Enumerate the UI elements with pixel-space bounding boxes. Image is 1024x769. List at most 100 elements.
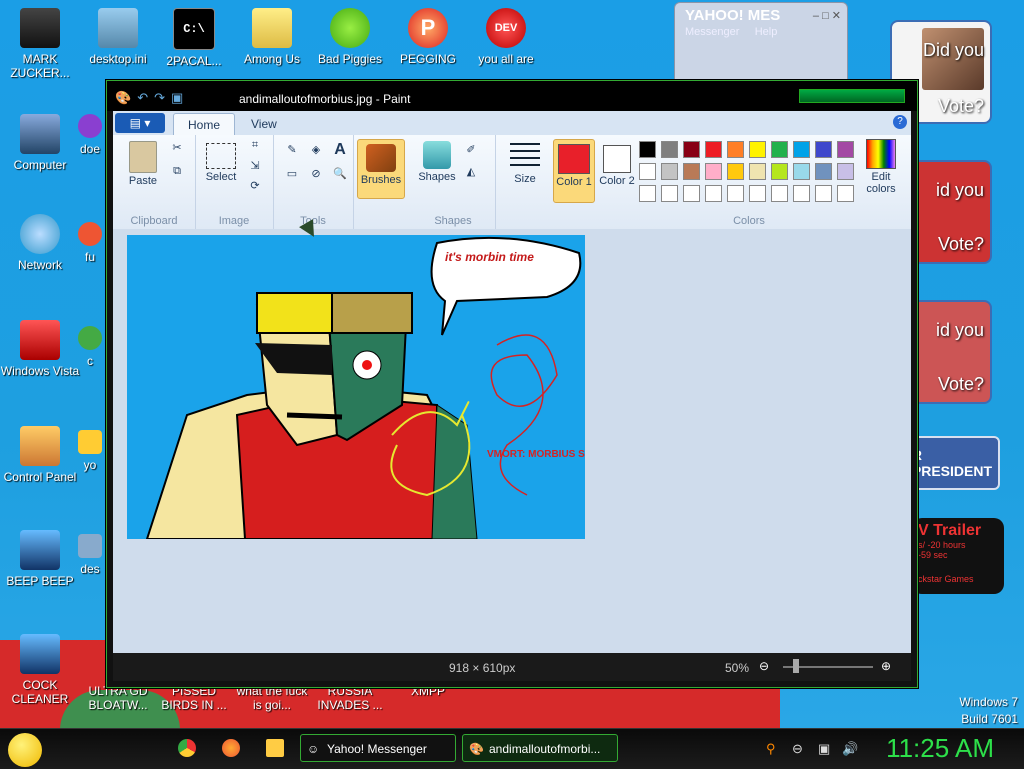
desktop-icon-partial-5[interactable]: des [70, 534, 110, 576]
yahoo-messenger-window[interactable]: YAHOO! MES Messenger Help – □ ✕ [674, 2, 848, 80]
palette-swatch[interactable] [683, 163, 700, 180]
help-icon[interactable]: ? [893, 115, 907, 129]
yahoo-menu-messenger[interactable]: Messenger [685, 26, 739, 38]
palette-swatch[interactable] [793, 163, 810, 180]
desktop-icon-windows-vista[interactable]: Windows Vista [0, 320, 80, 378]
cut-icon[interactable]: ✂ [169, 141, 185, 154]
undo-icon[interactable]: ↶ [137, 90, 154, 105]
palette-swatch[interactable] [793, 185, 810, 202]
desktop-icon-computer[interactable]: Computer [0, 114, 80, 172]
zoom-out-icon[interactable]: ⊖ [759, 659, 769, 673]
desktop-icon-partial-3[interactable]: c [70, 326, 110, 368]
palette-swatch[interactable] [749, 141, 766, 158]
magnifier-icon[interactable]: 🔍 [331, 167, 349, 180]
paint-titlebar[interactable]: 🎨↶↷▣ andimalloutofmorbius.jpg - Paint [107, 81, 917, 111]
desktop-icon-pissed-birds[interactable]: PISSED BIRDS IN ... [154, 684, 234, 712]
brushes-button[interactable]: Brushes [357, 139, 405, 199]
color1-button[interactable]: Color 1 [553, 139, 595, 203]
palette-swatch[interactable] [771, 185, 788, 202]
desktop-icon-beep-beep[interactable]: BEEP BEEP [0, 530, 80, 588]
shapes-button[interactable]: Shapes [417, 141, 457, 183]
desktop-icon-desktop-ini[interactable]: desktop.ini [78, 8, 158, 66]
chrome-icon[interactable] [178, 739, 196, 757]
minus-icon[interactable]: ⊖ [792, 741, 803, 757]
zoom-in-icon[interactable]: ⊕ [881, 659, 891, 673]
yahoo-window-controls[interactable]: – □ ✕ [813, 9, 841, 22]
palette-swatch[interactable] [793, 141, 810, 158]
palette-swatch[interactable] [837, 185, 854, 202]
canvas-area[interactable]: it's morbin time VMORT: MORBIUS SPECIAL … [113, 229, 911, 653]
ad-president[interactable]: R PRESIDENT [912, 436, 1000, 490]
palette-swatch[interactable] [771, 163, 788, 180]
desktop-icon-russia[interactable]: RUSSIA INVADES ... [310, 684, 390, 712]
start-button[interactable] [8, 733, 42, 767]
desktop-icon-network[interactable]: Network [0, 214, 80, 272]
taskbar-paint[interactable]: 🎨 andimalloutofmorbi... [462, 734, 618, 762]
palette-swatch[interactable] [683, 141, 700, 158]
quick-access-toolbar[interactable]: 🎨↶↷▣ [115, 90, 189, 106]
drawing-canvas[interactable]: it's morbin time VMORT: MORBIUS SPECIAL … [127, 235, 585, 539]
redo-icon[interactable]: ↷ [154, 90, 171, 105]
desktop-icon-control-panel[interactable]: Control Panel [0, 426, 80, 484]
window-controls[interactable] [799, 89, 905, 103]
palette-swatch[interactable] [661, 163, 678, 180]
paint-window[interactable]: 🎨↶↷▣ andimalloutofmorbius.jpg - Paint ▤ … [106, 80, 918, 688]
palette-swatch[interactable] [705, 141, 722, 158]
taskbar-yahoo-messenger[interactable]: ☺ Yahoo! Messenger [300, 734, 456, 762]
tab-home[interactable]: Home [173, 113, 236, 136]
desktop-icon-partial-4[interactable]: yo [70, 430, 110, 472]
ad-did-you-vote-2[interactable]: id you Vote? [912, 160, 992, 264]
network-tray-icon[interactable]: ▣ [818, 741, 830, 757]
desktop-icon-among-us[interactable]: Among Us [232, 8, 312, 66]
paint-menu-button[interactable]: ▤ ▾ [115, 113, 165, 133]
palette-swatch[interactable] [727, 163, 744, 180]
zoom-slider-thumb[interactable] [793, 659, 799, 673]
palette-swatch[interactable] [771, 141, 788, 158]
yahoo-menu-help[interactable]: Help [755, 26, 778, 38]
edit-colors-button[interactable]: Edit colors [859, 139, 903, 195]
palette-swatch[interactable] [639, 163, 656, 180]
desktop-icon-2pacal[interactable]: C:\ 2PACAL... [154, 8, 234, 68]
color-picker-icon[interactable]: ⊘ [307, 167, 325, 180]
palette-swatch[interactable] [661, 141, 678, 158]
desktop-icon-what-the[interactable]: what the fuck is goi... [232, 684, 312, 712]
resize-icon[interactable]: ⇲ [247, 159, 263, 172]
clock[interactable]: 11:25 AM [886, 733, 994, 764]
tab-view[interactable]: View [237, 113, 291, 135]
rotate-icon[interactable]: ⟳ [247, 179, 263, 192]
palette-swatch[interactable] [705, 163, 722, 180]
desktop-icon-bad-piggies[interactable]: Bad Piggies [310, 8, 390, 66]
palette-swatch[interactable] [639, 141, 656, 158]
pencil-icon[interactable]: ✎ [283, 143, 301, 156]
save-icon[interactable]: ▣ [171, 90, 189, 105]
palette-swatch[interactable] [727, 141, 744, 158]
explorer-icon[interactable] [266, 739, 284, 757]
desktop-icon-partial-1[interactable]: doe [70, 114, 110, 156]
palette-swatch[interactable] [661, 185, 678, 202]
select-button[interactable]: Select [201, 143, 241, 183]
palette-swatch[interactable] [683, 185, 700, 202]
crop-icon[interactable]: ⌗ [247, 139, 263, 152]
eraser-icon[interactable]: ▭ [283, 167, 301, 180]
color2-button[interactable]: Color 2 [597, 139, 637, 201]
palette-swatch[interactable] [815, 185, 832, 202]
palette-swatch[interactable] [727, 185, 744, 202]
palette-swatch[interactable] [705, 185, 722, 202]
palette-swatch[interactable] [749, 163, 766, 180]
palette-swatch[interactable] [815, 141, 832, 158]
palette-swatch[interactable] [749, 185, 766, 202]
desktop-icon-ultra-gd[interactable]: ULTRA GD BLOATW... [78, 684, 158, 712]
palette-swatch[interactable] [837, 141, 854, 158]
outline-icon[interactable]: ✐ [461, 143, 481, 156]
firefox-icon[interactable] [222, 739, 240, 757]
desktop-icon-pegging[interactable]: P PEGGING [388, 8, 468, 66]
fill-icon[interactable]: ◈ [307, 143, 325, 156]
desktop-icon-cock-cleaner[interactable]: COCK CLEANER [0, 634, 80, 706]
paste-button[interactable]: Paste [121, 141, 165, 187]
search-icon[interactable]: ⚲ [766, 741, 776, 757]
desktop-icon-partial-2[interactable]: fu [70, 222, 110, 264]
ad-did-you-vote-3[interactable]: id you Vote? [912, 300, 992, 404]
palette-swatch[interactable] [639, 185, 656, 202]
size-button[interactable]: Size [505, 143, 545, 185]
volume-icon[interactable]: 🔊 [842, 741, 858, 757]
